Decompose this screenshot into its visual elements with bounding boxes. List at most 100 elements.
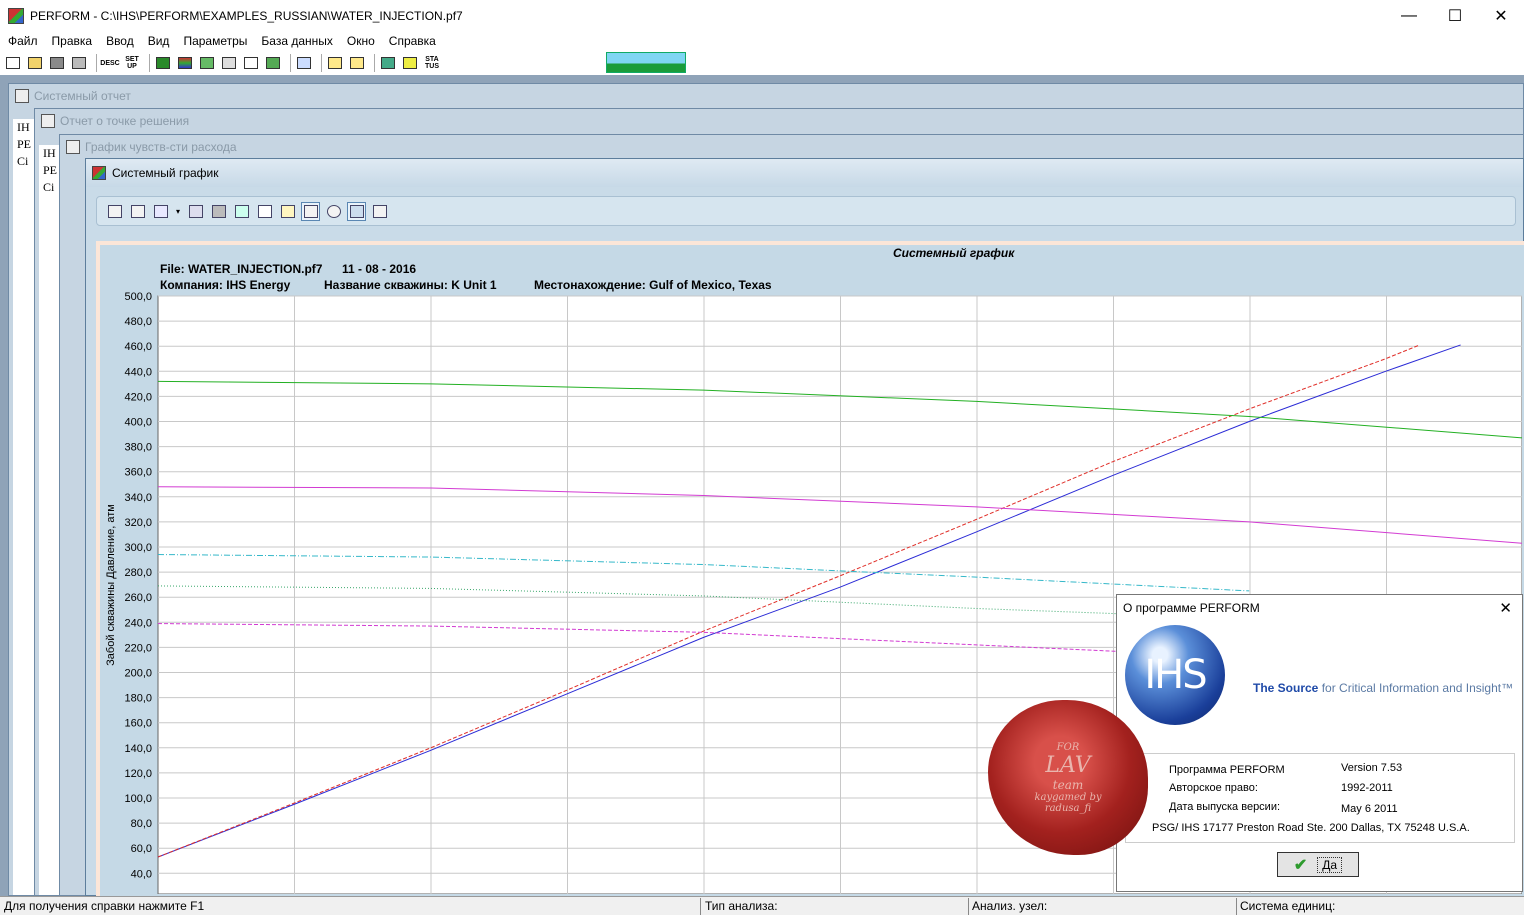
y-tick-label: 80,0	[131, 818, 152, 830]
reservoir-icon[interactable]	[154, 54, 172, 72]
y-tick-label: 60,0	[131, 843, 152, 855]
status-separator	[1236, 898, 1237, 915]
minimize-button[interactable]: —	[1386, 0, 1432, 31]
grid-icon[interactable]	[209, 202, 228, 221]
status-analysis-type: Тип анализа:	[705, 899, 778, 913]
menu-parameters[interactable]: Параметры	[183, 34, 247, 48]
status-separator	[700, 898, 701, 915]
left-stub-line: PE	[43, 163, 58, 177]
field-banner-image	[606, 52, 686, 73]
checkmark-icon: ✔	[1293, 856, 1308, 874]
release-date-label: Дата выпуска версии:	[1169, 801, 1281, 813]
y-tick-label: 500,0	[124, 291, 152, 303]
version-info-box: Программа PERFORM Version 7.53 Авторское…	[1125, 753, 1515, 843]
y-tick-label: 160,0	[124, 718, 152, 730]
app-icon	[8, 7, 24, 24]
axis-labels-icon[interactable]	[255, 202, 274, 221]
menu-edit[interactable]: Правка	[52, 34, 93, 48]
y-tick-label: 200,0	[124, 668, 152, 680]
surface-pipe-icon[interactable]	[264, 54, 282, 72]
about-dialog-title: О программе PERFORM	[1123, 601, 1260, 615]
y-tick-label: 460,0	[124, 341, 152, 353]
print-icon[interactable]	[70, 54, 88, 72]
open-folder-icon[interactable]	[26, 54, 44, 72]
tubing-icon[interactable]	[242, 54, 260, 72]
menu-bar: Файл Правка Ввод Вид Параметры База данн…	[0, 31, 1524, 51]
plot-icon	[66, 140, 80, 154]
tagline-bold: The Source	[1253, 681, 1319, 695]
close-button[interactable]: ✕	[1478, 0, 1524, 31]
menu-window[interactable]: Окно	[347, 34, 375, 48]
seal-line-4: radusa_fi	[1044, 802, 1092, 814]
calculator-icon[interactable]	[379, 54, 397, 72]
data-table-icon[interactable]	[347, 201, 366, 221]
chart-date-label: 11 - 08 - 2016	[342, 262, 417, 276]
solution-point-report-content: IH PE Сі	[39, 145, 61, 895]
y-tick-label: 360,0	[124, 467, 152, 479]
status-bar: Для получения справки нажмите F1 Тип ана…	[0, 896, 1524, 915]
toolbar-separator	[96, 54, 97, 72]
desc-button[interactable]: DESC	[100, 54, 119, 72]
y-tick-label: 380,0	[124, 442, 152, 454]
main-toolbar: DESC SET UP STA TUS	[0, 51, 1524, 75]
chart-file-label: File: WATER_INJECTION.pf7	[160, 262, 323, 276]
new-file-icon[interactable]	[4, 54, 22, 72]
y-tick-label: 100,0	[124, 793, 152, 805]
chart-type-icon[interactable]	[232, 202, 251, 221]
y-tick-label: 400,0	[124, 417, 152, 429]
y-tick-label: 180,0	[124, 693, 152, 705]
system-plot-title: Системный график	[112, 166, 219, 180]
well-completion-icon[interactable]	[198, 54, 216, 72]
properties-icon[interactable]	[370, 202, 389, 221]
save-icon[interactable]	[48, 54, 66, 72]
data-editor-icon[interactable]	[278, 202, 297, 221]
chevron-down-icon[interactable]: ▾	[174, 202, 182, 221]
y-tick-label: 240,0	[124, 617, 152, 629]
y-tick-label: 280,0	[124, 567, 152, 579]
status-unit-system: Система единиц:	[1240, 899, 1336, 913]
copy-icon[interactable]	[105, 202, 124, 221]
y-tick-label: 300,0	[124, 542, 152, 554]
plot-icon	[92, 166, 106, 180]
left-stub-line: IH	[43, 146, 56, 160]
copyright-value: 1992-2011	[1341, 782, 1393, 794]
status-help-text: Для получения справки нажмите F1	[4, 899, 205, 913]
program-label: Программа PERFORM	[1169, 764, 1285, 776]
toolbar-separator	[374, 54, 375, 72]
edit-notes-icon[interactable]	[348, 54, 366, 72]
system-report-title: Системный отчет	[34, 89, 131, 103]
plot-toolbar: ▾	[96, 196, 1516, 226]
gravel-pack-icon[interactable]	[220, 54, 238, 72]
setup-button[interactable]: SET UP	[123, 54, 141, 72]
y-tick-label: 120,0	[124, 768, 152, 780]
pen-dropdown-icon[interactable]	[151, 202, 170, 221]
release-date-value: May 6 2011	[1341, 803, 1398, 815]
y-axis-label: Забой скважины Давление, атм	[105, 504, 117, 666]
report-icon	[15, 89, 29, 103]
zoom-icon[interactable]	[324, 202, 343, 221]
layers-icon[interactable]	[176, 54, 194, 72]
menu-view[interactable]: Вид	[148, 34, 170, 48]
seal-line-2: team	[1052, 777, 1084, 792]
seal-ring-text: FOR	[1056, 741, 1080, 753]
table-icon[interactable]	[401, 54, 419, 72]
rate-sensitivity-plot-title: График чувств-сти расхода	[85, 140, 237, 154]
y-tick-label: 320,0	[124, 517, 152, 529]
menu-input[interactable]: Ввод	[106, 34, 134, 48]
status-button[interactable]: STA TUS	[423, 54, 441, 72]
tagline-rest: for Critical Information and Insight™	[1321, 681, 1514, 695]
seal-line-3: kaygamed by	[1034, 791, 1102, 803]
ok-button[interactable]: ✔ Да	[1277, 852, 1359, 877]
about-dialog: О программе PERFORM ✕ IHS The Source for…	[1116, 594, 1523, 892]
3d-toggle-icon[interactable]	[186, 202, 205, 221]
about-close-icon[interactable]: ✕	[1499, 599, 1512, 617]
maximize-button[interactable]: ☐	[1432, 0, 1478, 31]
menu-file[interactable]: Файл	[8, 34, 38, 48]
graph-icon[interactable]	[295, 54, 313, 72]
edit-report-icon[interactable]	[326, 54, 344, 72]
legend-toggle-icon[interactable]	[301, 201, 320, 221]
menu-database[interactable]: База данных	[261, 34, 332, 48]
ihs-tagline: The Source for Critical Information and …	[1253, 681, 1513, 695]
print-icon[interactable]	[128, 202, 147, 221]
menu-help[interactable]: Справка	[389, 34, 436, 48]
